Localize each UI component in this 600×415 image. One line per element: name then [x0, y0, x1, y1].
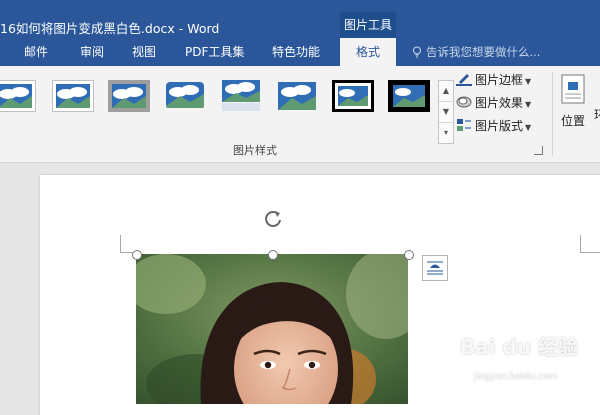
picture-style-thumbnail[interactable] — [276, 80, 318, 112]
tab-view[interactable]: 视图 — [132, 38, 156, 66]
picture-style-thumbnail[interactable] — [108, 80, 150, 112]
resize-handle-top-left[interactable] — [132, 250, 142, 260]
position-label: 位置 — [560, 114, 585, 128]
resize-handle-top-right[interactable] — [404, 250, 414, 260]
style-gallery-scroll: ▲ ▼ ▾ — [438, 80, 454, 144]
lightbulb-icon — [413, 46, 421, 58]
tab-format[interactable]: 格式 — [340, 38, 396, 66]
picture-effects-button[interactable]: 图片效果 ▼ — [456, 93, 531, 113]
picture-style-thumbnail[interactable] — [332, 80, 374, 112]
picture-style-thumbnail[interactable] — [220, 80, 262, 112]
tab-review[interactable]: 审阅 — [80, 38, 104, 66]
picture-layout-button[interactable]: 图片版式 ▼ — [456, 116, 531, 136]
selected-photo[interactable] — [136, 254, 408, 404]
dialog-launcher-icon[interactable] — [534, 146, 543, 155]
tell-me-search[interactable]: 告诉我您想要做什么... — [412, 38, 540, 66]
margin-mark — [120, 235, 121, 253]
layout-options-icon — [427, 261, 443, 275]
picture-style-thumbnail[interactable] — [52, 80, 94, 112]
watermark-url: jingyan.baidu.com — [474, 372, 558, 382]
picture-style-thumbnail[interactable] — [164, 80, 206, 112]
window-title: 16如何将图片变成黑白色.docx - Word — [0, 21, 220, 36]
picture-style-thumbnail[interactable] — [0, 80, 36, 112]
tab-special-features[interactable]: 特色功能 — [272, 38, 320, 66]
picture-layout-icon — [457, 119, 471, 131]
layout-options-button[interactable] — [422, 255, 448, 281]
picture-layout-label: 图片版式 — [475, 119, 524, 133]
wrap-text-partial-label[interactable]: 环 — [594, 106, 600, 123]
gallery-up-arrow-icon[interactable]: ▲ — [439, 81, 453, 102]
position-button[interactable]: 位置 — [556, 72, 590, 138]
title-bar: 16如何将图片变成黑白色.docx - Word 图片工具 — [0, 0, 600, 38]
rotate-handle-icon[interactable] — [262, 208, 284, 230]
position-icon — [561, 74, 585, 104]
picture-styles-group-label: 图片样式 — [233, 144, 277, 157]
group-separator — [552, 72, 553, 156]
gallery-more-icon[interactable]: ▾ — [439, 123, 453, 143]
picture-tools-context-label: 图片工具 — [340, 12, 396, 38]
picture-effects-icon — [456, 96, 472, 108]
document-area: Bai du 经验 jingyan.baidu.com — [0, 163, 600, 415]
baidu-jingyan-watermark: Bai du 经验 — [460, 335, 579, 359]
portrait-photo — [136, 254, 408, 404]
tab-pdf-tools[interactable]: PDF工具集 — [185, 38, 244, 66]
picture-border-label: 图片边框 — [475, 73, 524, 87]
ribbon-tab-bar: 邮件 审阅 视图 PDF工具集 特色功能 格式 告诉我您想要做什么... — [0, 38, 600, 66]
ribbon: ▲ ▼ ▾ 图片边框 ▼ 图片效果 ▼ 图片版式 ▼ 图片样式 位置 — [0, 66, 600, 163]
pen-border-icon — [456, 74, 472, 86]
margin-mark — [580, 252, 600, 253]
picture-style-thumbnail[interactable] — [388, 80, 430, 112]
picture-border-button[interactable]: 图片边框 ▼ — [456, 70, 531, 90]
tab-mailings[interactable]: 邮件 — [24, 38, 48, 66]
margin-mark — [580, 235, 581, 253]
picture-effects-label: 图片效果 — [475, 96, 524, 110]
gallery-down-arrow-icon[interactable]: ▼ — [439, 102, 453, 123]
resize-handle-top[interactable] — [268, 250, 278, 260]
tell-me-placeholder: 告诉我您想要做什么... — [426, 45, 541, 59]
